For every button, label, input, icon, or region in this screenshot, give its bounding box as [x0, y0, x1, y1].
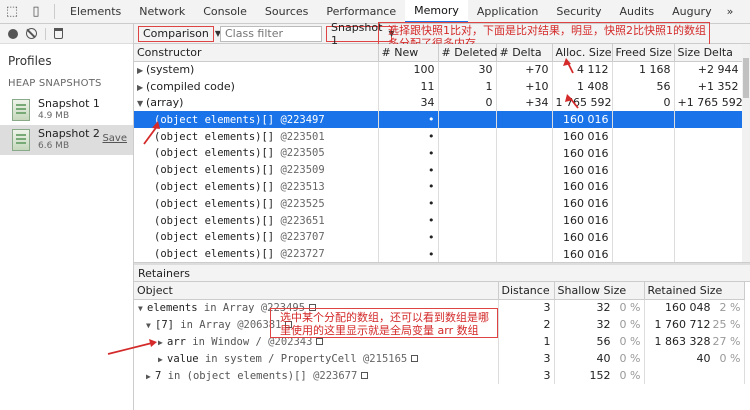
retainer-object-cell: ▶ value in system / PropertyCell @215165	[134, 350, 499, 367]
retainer-address: @223677	[313, 369, 358, 382]
arrow-head	[152, 121, 160, 129]
shallow-value: 32	[596, 301, 611, 315]
retainer-object-cell: ▶ 7 in (object elements)[] @223677	[134, 367, 499, 384]
retainer-owner: in system / PropertyCell	[204, 352, 357, 365]
retainer-retained: 1 760 712 25 %	[644, 316, 745, 333]
retainer-owner: in (object elements)[]	[167, 369, 307, 382]
retained-percent: 0 %	[719, 352, 741, 365]
retained-percent: 2 %	[719, 301, 741, 315]
retainer-distance: 3	[498, 367, 555, 384]
expand-arrow-icon[interactable]: ▶	[158, 355, 167, 364]
retainer-address: @215165	[362, 352, 408, 365]
retainers-table: Object Distance Shallow Size Retained Size …	[134, 282, 750, 400]
expand-arrow-icon[interactable]: ▶	[158, 338, 167, 347]
retainers-title: Retainers	[134, 265, 750, 282]
retainer-owner: in Array	[180, 318, 231, 331]
retainer-owner: in Array	[203, 301, 255, 314]
retainer-distance: 3	[498, 299, 555, 316]
shallow-value: 32	[596, 318, 611, 331]
shallow-value: 40	[596, 352, 611, 365]
retainer-shallow: 32 0 %	[554, 299, 645, 316]
retainer-retained: 40 0 %	[644, 350, 745, 367]
shallow-percent: 0 %	[619, 369, 641, 382]
retainer-distance: 1	[498, 333, 555, 350]
shallow-value: 56	[596, 335, 611, 348]
retained-value: 40	[696, 352, 711, 365]
retainer-shallow: 40 0 %	[554, 350, 645, 367]
retainer-column-header[interactable]: Retained Size	[644, 282, 745, 300]
retainer-shallow: 56 0 %	[554, 333, 645, 350]
retainer-row[interactable]: ▶ 7 in (object elements)[] @223677 3 152 0 %	[134, 367, 745, 384]
shallow-value: 152	[589, 369, 611, 382]
shallow-percent: 0 %	[619, 318, 641, 331]
retained-percent: 27 %	[712, 335, 741, 348]
retainer-column-header[interactable]: Shallow Size	[554, 282, 645, 300]
reveal-icon[interactable]	[316, 338, 324, 345]
expand-arrow-icon[interactable]: ▼	[146, 321, 155, 330]
retainer-owner: in Window /	[192, 335, 262, 348]
shallow-percent: 0 %	[619, 301, 641, 315]
retainer-row[interactable]: ▶ value in system / PropertyCell @215165 3…	[134, 350, 745, 367]
retainer-column-header[interactable]: Object	[134, 282, 499, 300]
retainer-prefix: arr	[167, 335, 186, 348]
retainer-distance: 3	[498, 350, 555, 367]
retained-value: 160 048	[665, 301, 711, 315]
retainer-column-header[interactable]: Distance	[498, 282, 555, 300]
expand-arrow-icon[interactable]: ▼	[138, 304, 147, 313]
retainer-prefix: 7	[155, 369, 162, 382]
retained-value: 1 863 328	[654, 335, 711, 348]
retainer-shallow: 152 0 %	[554, 367, 645, 384]
retainer-distance: 2	[498, 316, 555, 333]
shallow-percent: 0 %	[619, 335, 641, 348]
reveal-icon[interactable]	[361, 372, 369, 379]
annotation-retainer: 选中某个分配的数组，还可以看到数组是哪里使用的这里显示就是全局变量 arr 数组	[280, 311, 489, 337]
retainer-retained: 160 048 2 %	[644, 299, 745, 316]
retainer-prefix: [7]	[155, 318, 174, 331]
retainers-header-row: Object Distance Shallow Size Retained Size	[134, 282, 745, 300]
expand-arrow-icon[interactable]: ▶	[146, 372, 155, 381]
retained-percent: 25 %	[712, 318, 741, 331]
retainer-retained: 1 863 328 27 %	[644, 333, 745, 350]
reveal-icon[interactable]	[411, 355, 419, 362]
retainer-prefix: value	[167, 352, 199, 365]
shallow-percent: 0 %	[619, 352, 641, 365]
retainer-shallow: 32 0 %	[554, 316, 645, 333]
retainer-retained	[644, 367, 745, 384]
retained-value: 1 760 712	[654, 318, 711, 331]
retainer-prefix: elements	[147, 301, 198, 314]
